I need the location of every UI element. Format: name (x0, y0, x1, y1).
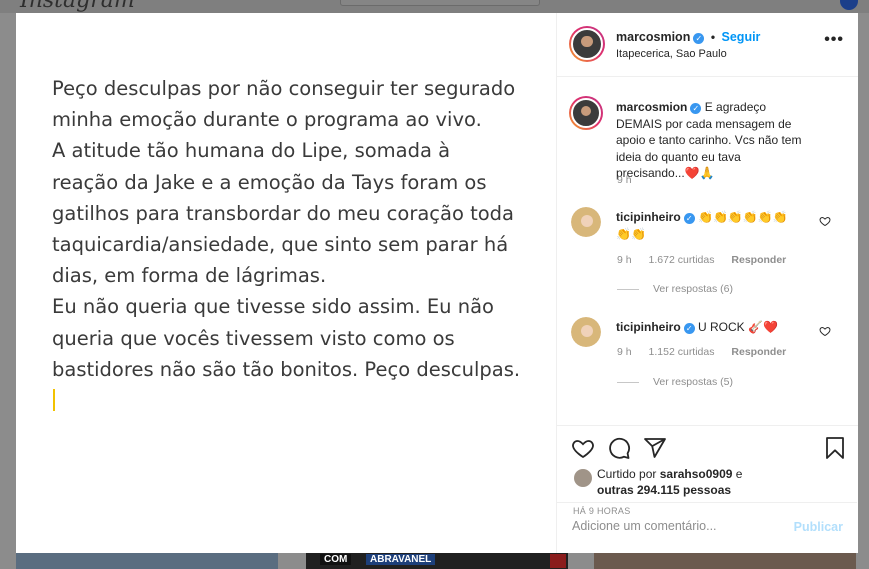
view-replies-label: Ver respostas (5) (653, 376, 733, 388)
add-comment-bar: Publicar (557, 502, 857, 553)
post-header: marcosmion ✓ • Seguir Itapecerica, Sao Pa… (557, 13, 858, 77)
post-modal: Peço desculpas por não conseguir ter seg… (16, 13, 858, 553)
heart-icon[interactable] (571, 436, 595, 460)
comment-text: U ROCK 🎸❤️ (698, 320, 778, 334)
comment-time: 9 h (617, 346, 632, 358)
thumbnail-tag: ABRAVANEL (366, 554, 436, 565)
comment-like-heart-icon[interactable] (819, 215, 831, 227)
verified-badge-icon: ✓ (693, 33, 705, 44)
comment-time: 9 h (617, 254, 632, 266)
share-icon[interactable] (643, 436, 667, 460)
comment-likes[interactable]: 1.672 curtidas (649, 254, 715, 266)
comment-input[interactable] (572, 519, 772, 533)
comment-likes[interactable]: 1.152 curtidas (649, 346, 715, 358)
comment-meta: 9 h 1.672 curtidas Responder (617, 254, 800, 266)
background-thumbnail: COM ABRAVANEL (306, 553, 568, 569)
liked-by-others[interactable]: outras 294.115 pessoas (597, 483, 731, 497)
view-replies-label: Ver respostas (6) (653, 283, 733, 295)
avatar[interactable] (571, 317, 601, 347)
comment-body: ticipinheiro ✓ 👏👏👏👏👏👏👏👏 (616, 209, 802, 242)
comment-meta: 9 h 1.152 curtidas Responder (617, 346, 800, 358)
comment-username[interactable]: ticipinheiro (616, 320, 681, 334)
comment-time: 9 h (617, 174, 632, 186)
comment-body: marcosmion ✓ E agradeço DEMAIS por cada m… (616, 99, 806, 182)
verified-badge-icon: ✓ (683, 213, 695, 224)
post-location[interactable]: Itapecerica, Sao Paulo (616, 48, 727, 60)
post-image[interactable]: Peço desculpas por não conseguir ter seg… (16, 13, 556, 553)
reply-button[interactable]: Responder (731, 254, 786, 266)
caption-comment: marcosmion ✓ E agradeço DEMAIS por cada m… (557, 96, 857, 186)
post-author: marcosmion ✓ • Seguir (616, 30, 760, 44)
text-caret (53, 389, 55, 412)
post-image-text: Peço desculpas por não conseguir ter seg… (52, 73, 522, 416)
publish-button[interactable]: Publicar (794, 520, 843, 534)
background-profile-avatar (840, 0, 858, 10)
background-top-bar: Instagram (0, 0, 869, 13)
thumbnail-tag-block (550, 554, 566, 568)
verified-badge-icon: ✓ (683, 323, 695, 334)
post-image-text-content: Peço desculpas por não conseguir ter seg… (52, 77, 521, 381)
view-replies-button[interactable]: Ver respostas (5) (617, 376, 733, 388)
liked-by-text: Curtido por sarahso0909 e outras 294.115… (597, 466, 742, 498)
post-author-username[interactable]: marcosmion (616, 30, 690, 44)
comment-username[interactable]: ticipinheiro (616, 210, 681, 224)
avatar[interactable] (569, 26, 605, 62)
separator-dot: • (710, 30, 716, 44)
reply-button[interactable]: Responder (731, 346, 786, 358)
instagram-logo: Instagram (20, 0, 135, 13)
comments-list[interactable]: marcosmion ✓ E agradeço DEMAIS por cada m… (557, 77, 858, 425)
thumbnail-tag: COM (320, 554, 352, 565)
comment-meta: 9 h (617, 174, 646, 186)
comment-icon[interactable] (607, 436, 631, 460)
comment-item: ticipinheiro ✓ U ROCK 🎸❤️ 9 h 1.152 curti… (557, 317, 857, 407)
liked-by-prefix: Curtido por (597, 467, 657, 481)
bookmark-icon[interactable] (823, 436, 847, 460)
more-options-icon[interactable]: ••• (824, 32, 844, 48)
comment-body: ticipinheiro ✓ U ROCK 🎸❤️ (616, 319, 802, 336)
replies-divider (617, 381, 639, 383)
follow-button[interactable]: Seguir (722, 30, 761, 44)
comment-username[interactable]: marcosmion (616, 100, 687, 114)
avatar[interactable] (574, 469, 592, 487)
liked-by-user[interactable]: sarahso0909 (660, 467, 733, 481)
avatar[interactable] (571, 207, 601, 237)
background-thumbnail (594, 553, 856, 569)
verified-badge-icon: ✓ (690, 103, 702, 114)
avatar[interactable] (569, 96, 603, 130)
background-thumbnail (16, 553, 278, 569)
replies-divider (617, 288, 639, 290)
liked-by-and: e (735, 467, 743, 481)
comment-like-heart-icon[interactable] (819, 325, 831, 337)
comment-item: ticipinheiro ✓ 👏👏👏👏👏👏👏👏 9 h 1.672 curtida… (557, 207, 857, 297)
post-side-panel: marcosmion ✓ • Seguir Itapecerica, Sao Pa… (556, 13, 858, 553)
background-search-bar (340, 0, 540, 6)
view-replies-button[interactable]: Ver respostas (6) (617, 283, 733, 295)
